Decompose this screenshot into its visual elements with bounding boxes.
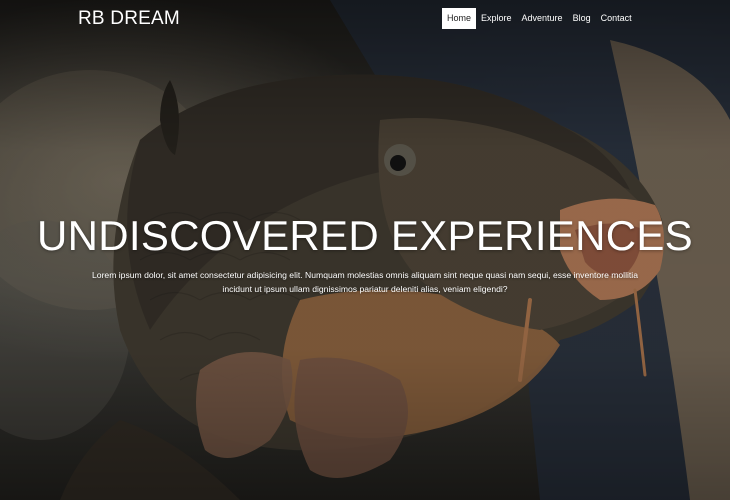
main-nav: Home Explore Adventure Blog Contact: [442, 8, 637, 29]
hero-description: Lorem ipsum dolor, sit amet consectetur …: [92, 270, 638, 294]
nav-adventure[interactable]: Adventure: [517, 8, 568, 29]
nav-blog[interactable]: Blog: [568, 8, 596, 29]
hero-content: UNDISCOVERED EXPERIENCES Lorem ipsum dol…: [0, 212, 730, 296]
nav-contact[interactable]: Contact: [596, 8, 637, 29]
brand-logo[interactable]: RB DREAM: [78, 8, 180, 30]
navbar: RB DREAM Home Explore Adventure Blog Con…: [0, 0, 730, 38]
hero-title: UNDISCOVERED EXPERIENCES: [36, 212, 693, 259]
nav-explore[interactable]: Explore: [476, 8, 517, 29]
hero-section: RB DREAM Home Explore Adventure Blog Con…: [0, 0, 730, 500]
nav-home[interactable]: Home: [442, 8, 477, 29]
